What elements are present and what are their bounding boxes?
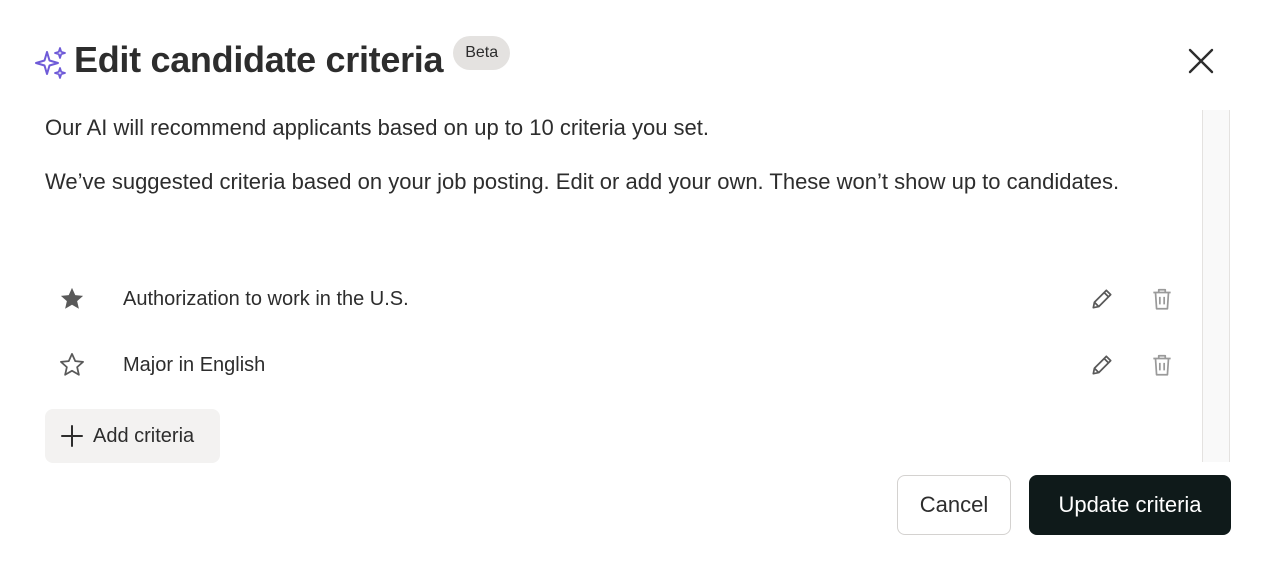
scrollbar[interactable]	[1202, 110, 1230, 462]
update-criteria-button[interactable]: Update criteria	[1029, 475, 1231, 535]
plus-icon	[61, 425, 83, 447]
close-button[interactable]	[1182, 42, 1220, 80]
close-icon	[1188, 48, 1214, 74]
beta-badge: Beta	[453, 36, 511, 70]
intro-note: We’ve suggested criteria based on your j…	[45, 169, 1120, 194]
star-toggle[interactable]	[57, 284, 87, 314]
criteria-row: Major in English	[45, 340, 1195, 390]
criteria-label: Major in English	[123, 354, 266, 376]
edit-criteria-button[interactable]	[1087, 284, 1117, 314]
star-filled-icon	[60, 287, 84, 309]
add-criteria-label: Add criteria	[93, 424, 195, 447]
star-outline-icon	[60, 353, 84, 376]
dialog-title: Edit candidate criteria	[74, 39, 444, 80]
add-criteria-button[interactable]: Add criteria	[45, 409, 220, 463]
pencil-icon	[1092, 289, 1112, 309]
pencil-icon	[1092, 355, 1112, 375]
delete-criteria-button[interactable]	[1147, 284, 1177, 314]
dialog-header: Edit candidate criteria Beta	[34, 34, 511, 88]
delete-criteria-button[interactable]	[1147, 350, 1177, 380]
edit-criteria-dialog: Edit candidate criteria Beta Our AI will…	[0, 0, 1262, 570]
edit-criteria-button[interactable]	[1087, 350, 1117, 380]
criteria-row: Authorization to work in the U.S.	[45, 274, 1195, 324]
trash-icon	[1153, 354, 1171, 376]
cancel-button[interactable]: Cancel	[897, 475, 1011, 535]
star-toggle[interactable]	[57, 350, 87, 380]
sparkle-icon	[35, 47, 66, 79]
dialog-content: Our AI will recommend applicants based o…	[45, 110, 1195, 463]
intro-text: Our AI will recommend applicants based o…	[45, 115, 710, 140]
criteria-label: Authorization to work in the U.S.	[123, 288, 409, 310]
trash-icon	[1153, 288, 1171, 310]
